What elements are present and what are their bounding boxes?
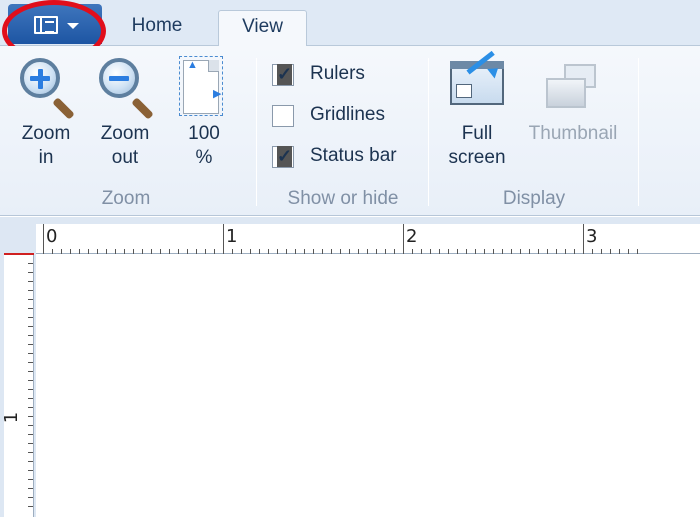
ruler-tick [28,398,33,399]
ruler-tick [28,425,33,426]
tab-home[interactable]: Home [117,10,197,46]
zoom-in-icon [11,56,81,122]
ruler-number: 0 [46,226,58,247]
group-separator [638,58,639,206]
check-icon: ✓ [277,146,293,167]
full-screen-icon [442,50,512,122]
zoom-out-icon [90,56,160,122]
ruler-tick [28,443,33,444]
horizontal-ruler: 0 1 2 3 [36,224,700,254]
vertical-ruler: 1 [1,254,34,517]
ruler-tick [28,506,33,507]
drawing-canvas[interactable] [36,254,700,517]
ruler-tick [43,224,44,254]
group-separator [428,58,429,206]
ruler-position-marker [4,253,34,255]
ruler-tick [28,263,33,264]
ruler-number: 1 [226,226,238,247]
ruler-tick [28,362,33,363]
zoom-out-label-2: out [111,147,139,168]
ruler-tick [28,371,33,372]
ruler-tick [28,416,33,417]
tab-view[interactable]: View [218,10,307,47]
app-menu-button[interactable] [8,4,102,44]
gridlines-checkbox[interactable] [272,105,294,127]
ruler-tick [28,407,33,408]
ruler-tick [28,389,33,390]
show-hide-group-label: Show or hide [287,188,399,209]
status-bar-checkbox[interactable]: ✓ [272,146,294,168]
ruler-tick [28,479,33,480]
ruler-tick [28,317,33,318]
workspace: 0 1 2 3 1 [0,217,700,517]
ruler-tick [28,272,33,273]
actual-size-button[interactable]: ▲ ▶ 100 % [169,56,239,170]
status-bar-label: Status bar [310,145,397,166]
actual-size-label-2: % [195,147,213,168]
ruler-tick [28,290,33,291]
ruler-tick [28,497,33,498]
ruler-tick [28,434,33,435]
zoom-out-button[interactable]: Zoom out [90,56,160,170]
rulers-label: Rulers [310,63,365,84]
ruler-tick [28,281,33,282]
document-icon [34,16,58,34]
ruler-tick [28,470,33,471]
actual-size-label-1: 100 [188,123,220,144]
ruler-number: 1 [1,411,23,424]
actual-size-icon: ▲ ▶ [169,56,239,122]
ruler-tick [28,308,33,309]
zoom-in-label-1: Zoom [21,123,71,144]
ruler-tick [583,224,584,254]
display-group-label: Display [502,188,566,209]
full-screen-button[interactable]: Full screen [442,50,512,170]
ribbon-view: Zoom in Zoom out ▲ ▶ 100 % Zoom ✓ Rulers … [0,46,700,216]
gridlines-label: Gridlines [310,104,385,125]
ruler-tick [28,488,33,489]
ruler-tick [28,452,33,453]
ruler-tick [28,335,33,336]
ruler-number: 3 [586,226,598,247]
zoom-group-label: Zoom [101,188,151,209]
ruler-tick [28,299,33,300]
thumbnail-button[interactable]: Thumbnail [518,56,628,146]
zoom-in-button[interactable]: Zoom in [11,56,81,170]
thumbnail-label: Thumbnail [528,123,618,144]
ruler-tick [28,326,33,327]
ruler-tick [28,353,33,354]
ruler-tick [28,344,33,345]
ruler-tick [403,224,404,254]
ruler-tick [28,461,33,462]
full-screen-label-2: screen [448,147,506,168]
group-separator [256,58,257,206]
check-icon: ✓ [277,64,293,85]
rulers-checkbox[interactable]: ✓ [272,64,294,86]
zoom-out-label-1: Zoom [100,123,150,144]
zoom-in-label-2: in [38,147,54,168]
chevron-down-icon [67,23,79,29]
thumbnail-icon [528,56,618,122]
ruler-tick [223,224,224,254]
ruler-number: 2 [406,226,418,247]
full-screen-label-1: Full [461,123,493,144]
ruler-tick [28,380,33,381]
tab-bar: Home View [0,0,700,47]
